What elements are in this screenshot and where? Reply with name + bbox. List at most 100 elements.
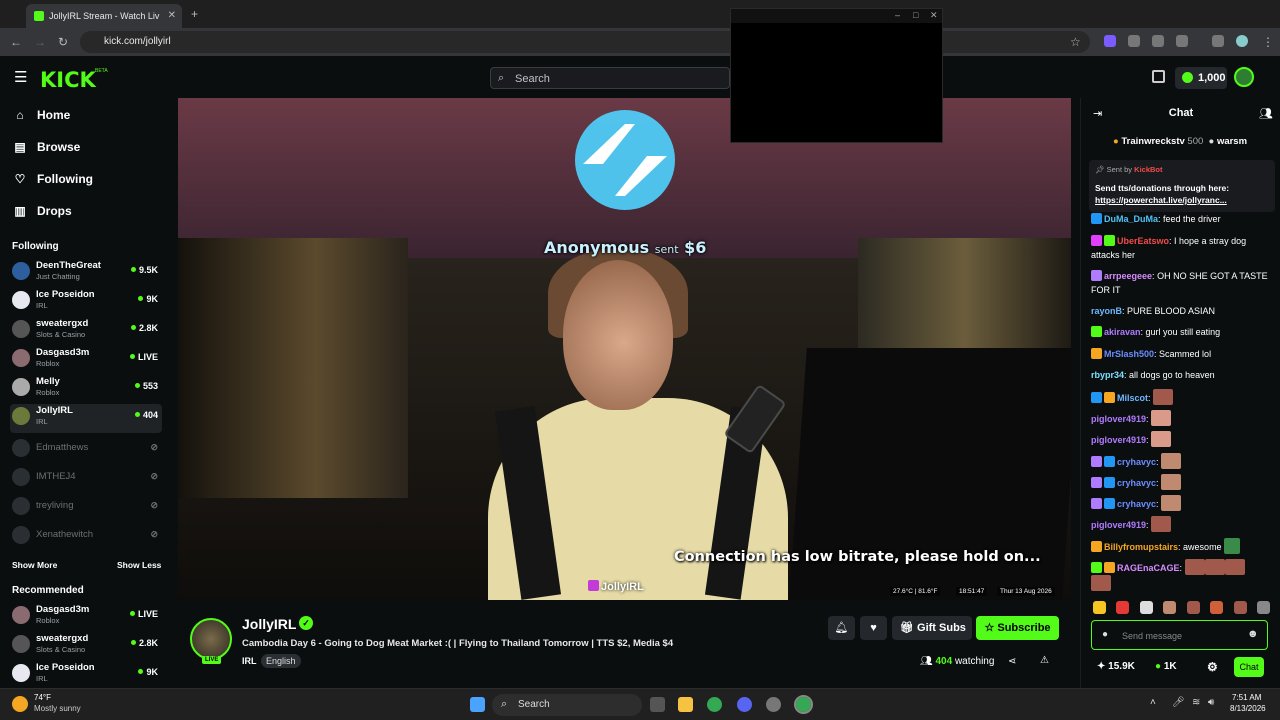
channel-points[interactable]: ● 1K	[1155, 661, 1177, 672]
clock-date[interactable]: 8/13/2026	[1230, 704, 1266, 713]
channel-item[interactable]: DeenTheGreat Just Chatting 9.5K	[10, 259, 162, 288]
emote-icon[interactable]	[1186, 601, 1200, 614]
channel-name: Melly	[36, 376, 60, 387]
puzzle-icon[interactable]	[1176, 35, 1188, 47]
bookmark-star-icon[interactable]: ☆	[1070, 35, 1081, 49]
reading-list-icon[interactable]	[1212, 35, 1224, 47]
chat-message: arrpeegeee: OH NO SHE GOT A TASTE FOR IT	[1091, 270, 1268, 295]
sidebar-item-browse[interactable]: ▤ Browse	[14, 140, 80, 154]
chat-badge-icon[interactable]: ●	[1102, 629, 1108, 640]
task-view-icon[interactable]	[650, 697, 665, 712]
emoji-picker-icon[interactable]: ☻	[1247, 628, 1259, 640]
channel-item[interactable]: sweatergxd Slots & Casino 2.8K	[10, 317, 162, 346]
send-chat-button[interactable]: Chat	[1234, 657, 1264, 677]
menu-icon[interactable]: ⋮	[1262, 35, 1274, 49]
notification-bell-button[interactable]: 🔔︎	[828, 616, 855, 640]
chat-settings-gear-icon[interactable]: ⚙	[1207, 660, 1218, 674]
extension-icon[interactable]	[1128, 35, 1140, 47]
back-icon[interactable]: ←	[10, 35, 22, 49]
tray-chevron-icon[interactable]: ˄	[1150, 697, 1156, 708]
channel-item-offline[interactable]: IMTHEJ4 ⊘	[10, 465, 162, 494]
show-less-button[interactable]: Show Less	[117, 560, 161, 570]
sidebar-item-home[interactable]: ⌂ Home	[14, 108, 70, 122]
volume-icon[interactable]: 🔊︎	[1208, 697, 1214, 708]
channel-item[interactable]: Ice Poseidon IRL 9K	[10, 288, 162, 317]
verified-badge-icon	[1104, 477, 1115, 488]
report-icon[interactable]: ⚠	[1040, 655, 1049, 666]
gift-subs-button[interactable]: 🎁︎ Gift Subs	[892, 616, 972, 640]
hud-temperature: 27.6°C | 81.6°F	[890, 587, 941, 596]
emote-icon[interactable]	[1139, 601, 1153, 614]
channel-name: DeenTheGreat	[36, 260, 101, 271]
chat-message: piglover4919:	[1091, 410, 1271, 426]
forward-icon[interactable]: →	[34, 35, 46, 49]
show-more-button[interactable]: Show More	[12, 560, 57, 570]
channel-item-offline[interactable]: treyliving ⊘	[10, 494, 162, 523]
language-tag[interactable]: English	[261, 654, 301, 668]
streamer-name[interactable]: JollyIRL	[242, 616, 296, 632]
emote-icon[interactable]	[1233, 601, 1247, 614]
pinned-link[interactable]: https://powerchat.live/jollyranc...	[1095, 195, 1269, 205]
channel-item-active[interactable]: JollyIRL IRL 404	[10, 404, 162, 433]
picture-in-picture-window[interactable]: – □ ✕	[730, 8, 943, 143]
category-link[interactable]: IRL	[242, 656, 257, 666]
pinned-message[interactable]: 📌︎ Sent by KickBot Send tts/donations th…	[1089, 160, 1275, 212]
file-explorer-icon[interactable]	[678, 697, 693, 712]
windows-start-icon[interactable]	[470, 697, 485, 712]
offline-icon: ⊘	[150, 471, 158, 481]
clock-time[interactable]: 7:51 AM	[1232, 693, 1261, 702]
streamer-avatar[interactable]	[190, 618, 232, 660]
kick-logo[interactable]: KICK	[40, 68, 96, 92]
extension-icon[interactable]	[1152, 35, 1164, 47]
video-player[interactable]: Anonymous sent $6 Connection has low bit…	[178, 98, 1071, 600]
emote-icon[interactable]	[1093, 601, 1106, 614]
followers-count: ✦ 15.9K	[1097, 661, 1135, 672]
theater-mode-icon[interactable]	[1152, 70, 1165, 83]
channel-item-offline[interactable]: Edmatthews ⊘	[10, 436, 162, 465]
kick-coins-button[interactable]: 1,000	[1175, 67, 1227, 89]
discord-icon[interactable]	[737, 697, 752, 712]
channel-name: Ice Poseidon	[36, 662, 95, 673]
weather-desc[interactable]: Mostly sunny	[34, 704, 81, 713]
follow-heart-button[interactable]: ♥	[860, 616, 887, 640]
sidebar-item-drops[interactable]: ▥ Drops	[14, 204, 71, 218]
maximize-icon[interactable]: □	[913, 10, 918, 20]
wifi-icon[interactable]: ≋	[1192, 697, 1200, 708]
channel-item-offline[interactable]: Xenathewitch ⊘	[10, 523, 162, 552]
channel-item[interactable]: Dasgasd3m Roblox LIVE	[10, 603, 162, 632]
hamburger-menu-icon[interactable]: ☰	[14, 68, 27, 86]
weather-sun-icon[interactable]	[12, 696, 28, 712]
subscribe-button[interactable]: ☆ Subscribe	[976, 616, 1059, 640]
chrome-icon[interactable]	[707, 697, 722, 712]
chat-input[interactable]: ● Send message ☻	[1091, 620, 1268, 650]
browser-tab[interactable]: JollyIRL Stream - Watch Liv ✕	[26, 4, 182, 28]
chrome-active-icon[interactable]	[794, 695, 813, 714]
reload-icon[interactable]: ↻	[58, 35, 68, 49]
profile-avatar[interactable]	[1236, 35, 1248, 47]
microphone-icon[interactable]: 🎤︎	[1172, 697, 1185, 708]
emote-icon[interactable]	[1116, 601, 1130, 614]
channel-item[interactable]: Dasgasd3m Roblox LIVE	[10, 346, 162, 375]
url-text: kick.com/jollyirl	[104, 36, 171, 47]
channel-item[interactable]: sweatergxd Slots & Casino 2.8K	[10, 632, 162, 661]
chat-users-icon[interactable]: 👥︎	[1259, 107, 1273, 120]
sidebar-item-following[interactable]: ♡ Following	[14, 172, 93, 186]
search-input[interactable]: ⌕ Search	[490, 67, 730, 89]
app-icon[interactable]	[766, 697, 781, 712]
weather-temp[interactable]: 74°F	[34, 693, 51, 702]
new-tab-icon[interactable]: +	[191, 7, 198, 21]
emote-icon[interactable]	[1257, 601, 1271, 614]
minimize-icon[interactable]: –	[895, 10, 900, 20]
channel-item[interactable]: Melly Roblox 553	[10, 375, 162, 404]
extension-icon[interactable]	[1104, 35, 1116, 47]
chat-message: piglover4919:	[1091, 431, 1271, 447]
channel-item[interactable]: Ice Poseidon IRL 9K	[10, 661, 162, 690]
taskbar-search[interactable]: ⌕ Search	[492, 694, 642, 716]
emote-icon[interactable]	[1163, 601, 1177, 614]
close-tab-icon[interactable]: ✕	[168, 10, 176, 21]
user-avatar[interactable]	[1234, 67, 1254, 87]
share-icon[interactable]: ⋖	[1008, 656, 1016, 667]
close-icon[interactable]: ✕	[930, 10, 938, 21]
channel-name: Dasgasd3m	[36, 347, 90, 358]
emote-icon[interactable]	[1210, 601, 1224, 614]
